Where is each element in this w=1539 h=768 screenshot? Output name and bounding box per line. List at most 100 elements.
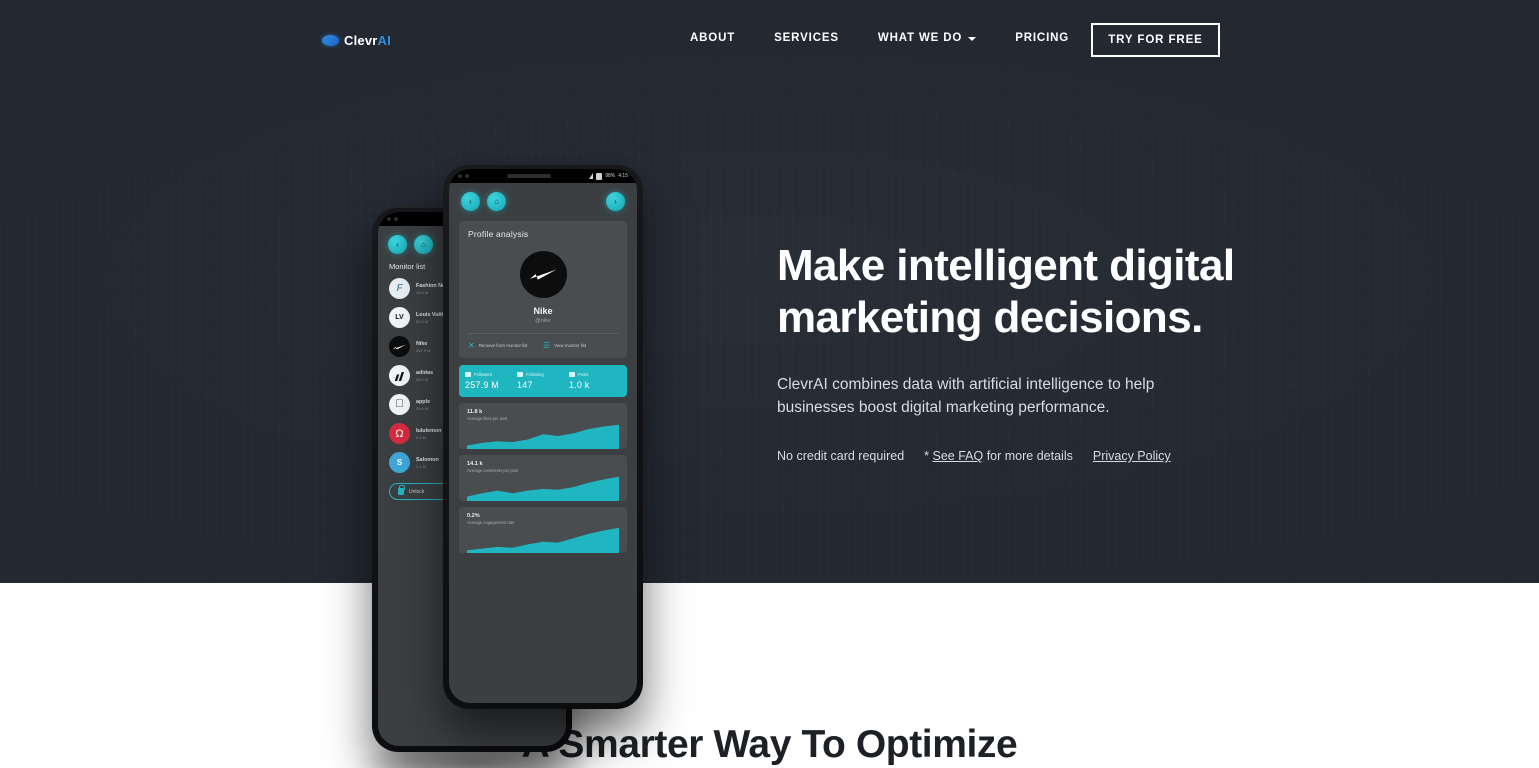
- louis-vuitton-icon: LV: [389, 307, 410, 328]
- list-item-sub: 1.1 M: [416, 463, 427, 469]
- try-for-free-button[interactable]: TRY FOR FREE: [1091, 23, 1220, 57]
- stat-posts-value: 1.0 k: [569, 380, 590, 390]
- list-icon: ☰: [543, 341, 551, 350]
- stat-following-head: Following: [517, 372, 569, 377]
- chart-avg-comments: 14.1 k Average comments per post: [459, 455, 627, 501]
- privacy-policy-link[interactable]: Privacy Policy: [1093, 449, 1171, 463]
- nav-link-about-label: ABOUT: [690, 32, 736, 44]
- home-icon[interactable]: ⌂: [414, 235, 433, 254]
- profile-analysis-card: Profile analysis Nike @nike ✕ Remove fro…: [459, 221, 627, 358]
- list-item-sub: 4.4 M: [416, 434, 427, 440]
- back-chevron-icon[interactable]: ‹: [461, 192, 480, 211]
- faq-prefix: *: [924, 449, 933, 463]
- chart-engagement-rate-label: Average engagement rate: [467, 520, 515, 525]
- chart-engagement-rate-value: 0.2%: [467, 513, 480, 519]
- stat-followers-label: Followers: [474, 372, 492, 377]
- unlock-label: Unlock: [409, 488, 425, 495]
- remove-icon: ✕: [468, 341, 475, 350]
- list-item-name: Salomon: [416, 456, 439, 463]
- list-item-sub: 29.9 M: [416, 405, 429, 411]
- nav-link-services-label: SERVICES: [774, 32, 839, 44]
- avatar: [519, 251, 567, 298]
- optimize-section-heading: A Smarter Way To Optimize: [521, 723, 1018, 766]
- chart-avg-likes-label: Average likes per post: [467, 416, 508, 421]
- top-navigation: ClevrAI ABOUT SERVICES WHAT WE DO PRICIN…: [0, 0, 1539, 80]
- profile-name: Nike: [533, 306, 553, 316]
- apple-icon: : [389, 394, 410, 415]
- faq-suffix: for more details: [983, 449, 1073, 463]
- posts-icon: [569, 372, 575, 377]
- statusbar-left-icons: [387, 217, 398, 221]
- stat-posts-head: Posts: [569, 372, 621, 377]
- list-item-name: adidas: [416, 369, 434, 376]
- nike-swoosh-icon: [393, 344, 406, 349]
- chart-avg-comments-value: 14.1 k: [467, 461, 483, 467]
- nav-link-pricing-label: PRICING: [1015, 32, 1070, 44]
- stat-following: Following 147: [517, 372, 569, 390]
- nav-link-services[interactable]: SERVICES: [774, 32, 839, 44]
- chart-engagement-rate: 0.2% Average engagement rate: [459, 507, 627, 553]
- nav-links: ABOUT SERVICES WHAT WE DO PRICING: [690, 32, 1069, 44]
- nav-link-what-we-do-label: WHAT WE DO: [877, 32, 963, 44]
- page-title: Make intelligent digital marketing decis…: [777, 240, 1247, 344]
- lock-icon: [398, 485, 405, 495]
- hero-subheading: ClevrAI combines data with artificial in…: [777, 376, 1155, 416]
- see-faq-link[interactable]: See FAQ: [933, 449, 984, 463]
- headline-line-2: marketing decisions.: [777, 293, 1203, 342]
- stat-following-value: 147: [517, 380, 533, 390]
- chart-avg-likes: 11.8 k Average likes per post: [459, 403, 627, 449]
- clock-time: 4:15: [618, 173, 628, 179]
- battery-icon: [596, 172, 603, 180]
- hero-copy: Make intelligent digital marketing decis…: [777, 240, 1247, 463]
- chart-avg-likes-value: 11.8 k: [467, 409, 483, 415]
- phone-front-statusbar: 98% 4:15: [449, 169, 637, 183]
- profile-analysis-title: Profile analysis: [468, 229, 529, 239]
- ellipse-logo-mark: [322, 35, 339, 46]
- area-chart-comments: [467, 476, 619, 501]
- remove-from-monitor-list-action[interactable]: ✕ Remove from monitor list: [468, 341, 543, 350]
- salomon-icon: S: [389, 452, 410, 473]
- followers-icon: [465, 372, 471, 377]
- nike-icon: [389, 336, 410, 357]
- stat-followers: Followers 257.9 M: [465, 372, 517, 390]
- phone-front-screen: 98% 4:15 ‹ ⌂ › Profile analysis Nike @ni…: [449, 169, 637, 703]
- nav-link-about[interactable]: ABOUT: [690, 32, 735, 44]
- no-credit-card-text: No credit card required: [777, 449, 905, 463]
- lululemon-icon: Ω: [389, 423, 410, 444]
- view-monitor-list-action[interactable]: ☰ View monitor list: [543, 341, 618, 350]
- hero-meta: No credit card required * See FAQ for mo…: [777, 449, 1247, 463]
- area-chart-likes: [467, 424, 619, 449]
- phone-front-device: 98% 4:15 ‹ ⌂ › Profile analysis Nike @ni…: [443, 163, 643, 709]
- battery-percent: 98%: [605, 173, 616, 179]
- remove-action-label: Remove from monitor list: [478, 343, 528, 348]
- profile-stats: Followers 257.9 M Following 147 Posts 1.…: [459, 365, 627, 397]
- hero-background-texture: [0, 60, 1539, 583]
- back-chevron-icon[interactable]: ‹: [388, 235, 407, 254]
- hero-section: [0, 0, 1539, 583]
- stat-followers-value: 257.9 M: [465, 380, 499, 390]
- forward-chevron-icon[interactable]: ›: [606, 192, 625, 211]
- brand-name-ai: AI: [377, 33, 391, 48]
- stat-posts: Posts 1.0 k: [569, 372, 621, 390]
- list-item-name: apple: [416, 398, 431, 405]
- list-item-sub: 257.9 M: [416, 347, 431, 353]
- headline-line-1: Make intelligent digital: [777, 241, 1235, 290]
- adidas-icon: [389, 365, 410, 386]
- nav-link-pricing[interactable]: PRICING: [1015, 32, 1069, 44]
- nav-link-what-we-do[interactable]: WHAT WE DO: [877, 32, 977, 44]
- faq-note: * See FAQ for more details: [924, 449, 1073, 463]
- area-chart-engagement: [467, 527, 619, 553]
- phone-front-topbar: ‹ ⌂ ›: [449, 183, 637, 215]
- chevron-down-icon: [968, 37, 977, 41]
- brand-logo[interactable]: ClevrAI: [322, 33, 391, 48]
- chart-avg-comments-label: Average comments per post: [467, 468, 519, 473]
- fashion-nova-icon: F: [389, 278, 410, 299]
- statusbar-left-icons: [458, 174, 469, 178]
- home-icon[interactable]: ⌂: [487, 192, 506, 211]
- phone-mockups: ‹ ⌂ › Monitor list F Fashion Nova19.6 M …: [300, 140, 700, 768]
- profile-actions: ✕ Remove from monitor list ☰ View monito…: [468, 333, 618, 350]
- list-item-sub: 28.2 M: [416, 376, 429, 382]
- optimize-section: A Smarter Way To Optimize: [0, 583, 1539, 768]
- signal-icon: [589, 173, 594, 179]
- brand-name: ClevrAI: [344, 33, 391, 48]
